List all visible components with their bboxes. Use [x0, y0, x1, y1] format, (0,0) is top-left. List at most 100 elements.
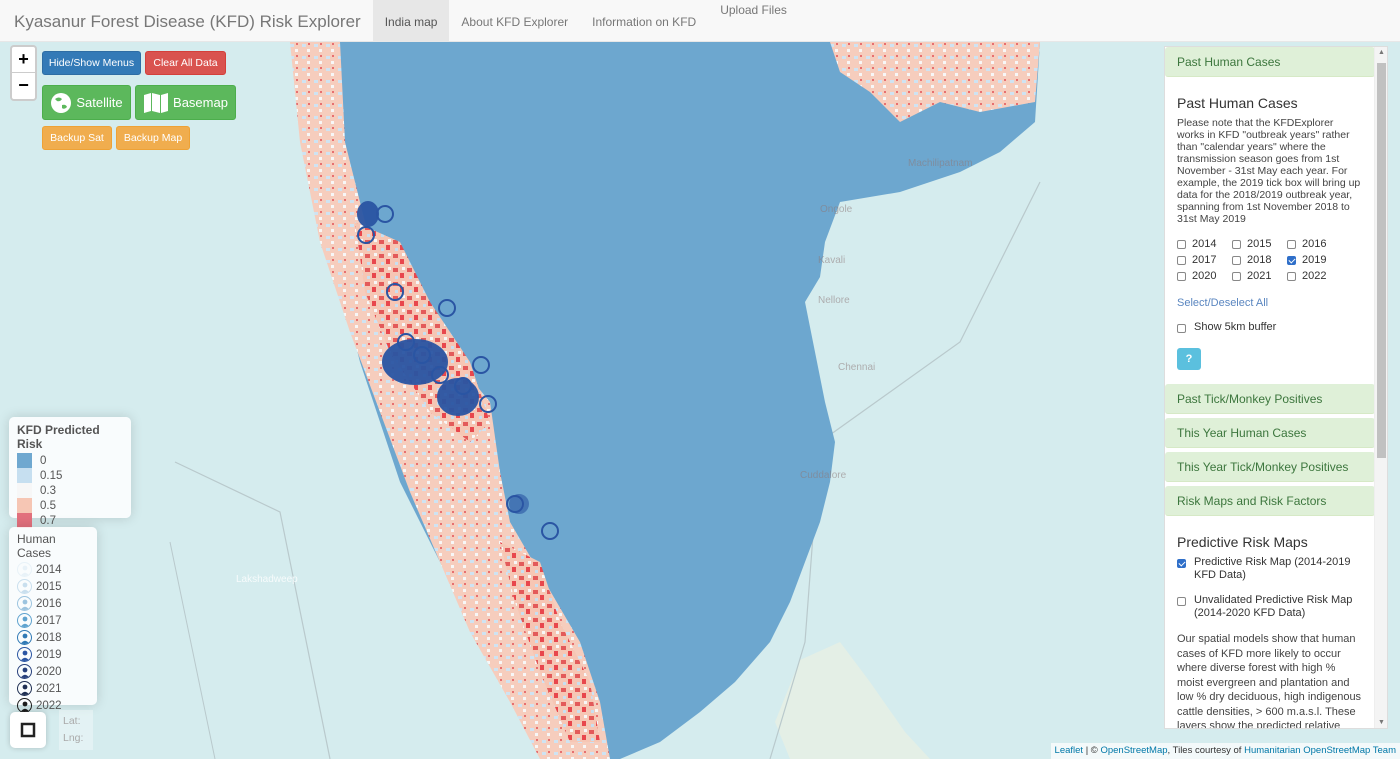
person-marker-icon: [17, 562, 32, 577]
map-label-chennai: Chennai: [838, 362, 876, 373]
risk-maps-body: Predictive Risk Maps Predictive Risk Map…: [1165, 520, 1375, 728]
hot-link[interactable]: Humanitarian OpenStreetMap Team: [1244, 745, 1396, 756]
accordion-this-year-human-cases[interactable]: This Year Human Cases: [1165, 418, 1375, 448]
past-human-cases-title: Past Human Cases: [1177, 95, 1298, 111]
human-cases-legend-item: 2015: [17, 578, 89, 595]
human-cases-year-label: 2014: [36, 563, 62, 576]
scrollbar-thumb[interactable]: [1377, 63, 1386, 458]
human-cases-year-label: 2020: [36, 665, 62, 678]
year-label: 2016: [1302, 238, 1327, 250]
scroll-down-icon[interactable]: ▼: [1377, 719, 1386, 726]
human-cases-legend-item: 2019: [17, 646, 89, 663]
checkbox[interactable]: [1232, 239, 1241, 249]
human-cases-year-label: 2015: [36, 580, 62, 593]
year-checkbox-2019[interactable]: 2019: [1287, 253, 1342, 267]
app-title[interactable]: Kyasanur Forest Disease (KFD) Risk Explo…: [0, 0, 373, 41]
risk-legend-item: 0.3: [17, 483, 123, 498]
risk-legend-title: KFD Predicted Risk: [17, 423, 100, 451]
case-cluster: [382, 339, 448, 385]
checkbox[interactable]: [1177, 271, 1186, 281]
year-checkbox-2016[interactable]: 2016: [1287, 237, 1342, 251]
accordion-risk-maps[interactable]: Risk Maps and Risk Factors: [1165, 486, 1375, 516]
human-cases-legend-item: 2014: [17, 561, 89, 578]
panel-scrollbar[interactable]: ▲ ▼: [1374, 47, 1387, 728]
risk-color-swatch: [17, 453, 32, 468]
draw-rectangle-button[interactable]: [10, 712, 46, 748]
risk-color-swatch: [17, 483, 32, 498]
person-marker-icon: [17, 596, 32, 611]
checkbox[interactable]: [1287, 255, 1296, 265]
zoom-out-button[interactable]: −: [12, 73, 35, 99]
backup-map-button[interactable]: Backup Map: [116, 126, 190, 150]
satellite-button[interactable]: Satellite: [42, 85, 131, 120]
show-buffer-checkbox[interactable]: Show 5km buffer: [1177, 321, 1363, 334]
year-label: 2022: [1302, 270, 1327, 282]
risk-legend-item: 0: [17, 453, 123, 468]
checkbox[interactable]: [1177, 324, 1186, 333]
checkbox[interactable]: [1177, 239, 1186, 249]
year-label: 2021: [1247, 270, 1272, 282]
human-cases-legend-item: 2020: [17, 663, 89, 680]
globe-icon: [51, 92, 72, 113]
accordion-past-human-cases[interactable]: Past Human Cases: [1165, 47, 1375, 77]
checkbox[interactable]: [1177, 559, 1186, 568]
checkbox[interactable]: [1287, 239, 1296, 249]
tab-upload-files[interactable]: Upload Files: [708, 0, 799, 41]
case-cluster: [437, 378, 479, 416]
select-deselect-all-link[interactable]: Select/Deselect All: [1177, 297, 1363, 309]
backup-sat-button[interactable]: Backup Sat: [42, 126, 112, 150]
show-buffer-label: Show 5km buffer: [1194, 321, 1277, 333]
year-checkbox-2021[interactable]: 2021: [1232, 269, 1287, 283]
year-checkbox-2017[interactable]: 2017: [1177, 253, 1232, 267]
predictive-risk-map-checkbox[interactable]: Predictive Risk Map (2014-2019 KFD Data): [1177, 556, 1363, 582]
checkbox[interactable]: [1177, 597, 1186, 606]
human-cases-legend-item: 2018: [17, 629, 89, 646]
year-checkbox-2020[interactable]: 2020: [1177, 269, 1232, 283]
map-label-ongole: Ongole: [820, 204, 853, 215]
predictive-risk-maps-title: Predictive Risk Maps: [1177, 534, 1308, 550]
tab-india-map[interactable]: India map: [372, 0, 450, 41]
map[interactable]: Dravaram Machilipatnam Ongole Kavali Nel…: [0, 42, 1400, 759]
checkbox[interactable]: [1232, 271, 1241, 281]
maritime-boundary-line: [174, 461, 331, 759]
unvalidated-risk-map-checkbox[interactable]: Unvalidated Predictive Risk Map (2014-20…: [1177, 594, 1363, 620]
hide-show-menus-button[interactable]: Hide/Show Menus: [42, 51, 141, 75]
year-checkbox-2018[interactable]: 2018: [1232, 253, 1287, 267]
human-cases-legend-item: 2016: [17, 595, 89, 612]
risk-legend-item: 0.7: [17, 513, 123, 528]
osm-link[interactable]: OpenStreetMap: [1100, 745, 1167, 756]
clear-all-data-button[interactable]: Clear All Data: [145, 51, 226, 75]
navbar: Kyasanur Forest Disease (KFD) Risk Explo…: [0, 0, 1400, 42]
checkbox[interactable]: [1232, 255, 1241, 265]
map-label-kavali: Kavali: [818, 255, 846, 266]
basemap-button[interactable]: Basemap: [135, 85, 236, 120]
sri-lanka-landmass: [775, 642, 930, 759]
risk-legend-item: 0.15: [17, 468, 123, 483]
year-checkbox-2015[interactable]: 2015: [1232, 237, 1287, 251]
past-human-cases-body: Past Human Cases Please note that the KF…: [1165, 81, 1375, 382]
basemap-label: Basemap: [173, 95, 228, 110]
year-checkbox-2014[interactable]: 2014: [1177, 237, 1232, 251]
tab-about[interactable]: About KFD Explorer: [449, 0, 580, 41]
map-label-lakshadweep: Lakshadweep: [236, 574, 298, 585]
human-cases-legend-item: 2021: [17, 680, 89, 697]
checkbox[interactable]: [1287, 271, 1296, 281]
tab-information[interactable]: Information on KFD: [580, 0, 708, 41]
risk-legend-label: 0.15: [40, 469, 63, 482]
zoom-in-button[interactable]: +: [12, 47, 35, 73]
year-checkbox-2022[interactable]: 2022: [1287, 269, 1342, 283]
risk-legend-label: 0.5: [40, 499, 56, 512]
accordion-this-year-tick-monkey[interactable]: This Year Tick/Monkey Positives: [1165, 452, 1375, 482]
leaflet-link[interactable]: Leaflet: [1055, 745, 1084, 756]
zoom-control: + −: [10, 45, 37, 101]
map-attribution: Leaflet | © OpenStreetMap, Tiles courtes…: [1050, 743, 1400, 759]
checkbox[interactable]: [1177, 255, 1186, 265]
map-label-cuddalore: Cuddalore: [800, 470, 847, 481]
square-draw-icon: [20, 722, 36, 738]
outbreak-year-note: Please note that the KFDExplorer works i…: [1177, 117, 1361, 225]
accordion-past-tick-monkey[interactable]: Past Tick/Monkey Positives: [1165, 384, 1375, 414]
help-button[interactable]: ?: [1177, 348, 1201, 370]
person-marker-icon: [17, 698, 32, 713]
scroll-up-icon[interactable]: ▲: [1377, 49, 1386, 56]
person-marker-icon: [17, 664, 32, 679]
